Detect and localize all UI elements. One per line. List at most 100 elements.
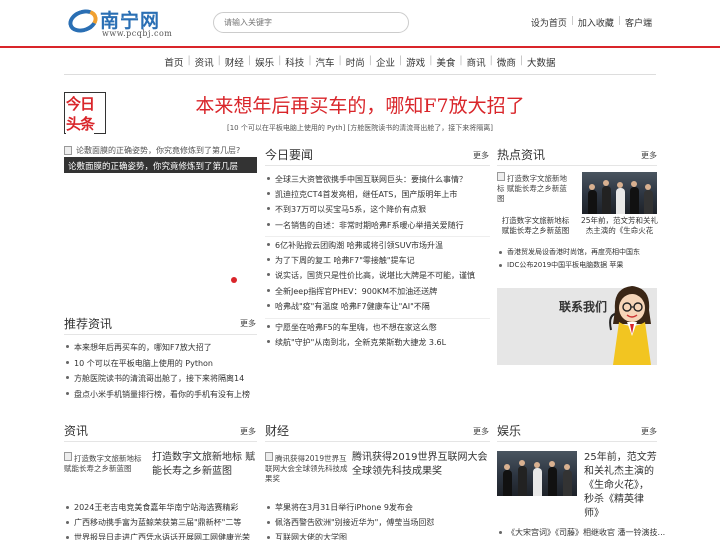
nav-item-games[interactable]: 游戏	[406, 55, 425, 69]
divider: |	[429, 55, 433, 66]
group-divider	[265, 318, 490, 319]
list-item[interactable]: 2024王老吉电竞美食嘉年华南宁站海选赛精彩	[64, 501, 250, 516]
set-homepage-link[interactable]: 设为首页	[531, 16, 567, 29]
list-item[interactable]: 全球三大资管欲携手中国互联网巨头：要搞什么事情？	[265, 172, 467, 187]
recommend-list: 本来想年后再买车的，哪知F7放大招了 10 个可以在平板电脑上使用的 Pytho…	[64, 340, 250, 402]
hot-thumb-2-photo[interactable]	[582, 172, 657, 214]
section-underline	[64, 441, 257, 442]
nav-item-bigdata[interactable]: 大数据	[527, 55, 556, 69]
list-item[interactable]: 哈弗战"疫"有温度 哈弗F7健康车让"AI"不隔	[265, 299, 475, 314]
photo-figure-head	[589, 184, 595, 190]
divider: |	[617, 16, 621, 26]
today-news-title: 今日要闻	[265, 148, 314, 162]
top-links: 设为首页 | 加入收藏 | 客户端	[531, 16, 652, 29]
photo-figure	[630, 187, 639, 214]
caijing-more-link[interactable]: 更多	[473, 426, 489, 437]
today-more-link[interactable]: 更多	[473, 150, 489, 161]
slider-image[interactable]: 论敷面膜的正确姿势，你究竟修炼到了第几层?	[64, 143, 257, 157]
nav-item-food[interactable]: 美食	[436, 55, 455, 69]
broken-image-icon	[497, 172, 505, 181]
logo-mark-icon	[65, 5, 101, 37]
list-item[interactable]: 《大宋宫词》《司藤》相继收官 潘一铃演技...	[497, 526, 665, 540]
caijing-thumb[interactable]: 腾讯获得2019世界互联网大会全球领先科技成果奖	[265, 452, 349, 484]
list-item[interactable]: 佩洛西警告欧洲"别接近华为"，傅莹当场回怼	[265, 516, 434, 531]
photo-figure	[616, 188, 625, 214]
list-item[interactable]: 6亿补贴掀云团购潮 哈弗或将引领SUV市场升温	[265, 238, 475, 253]
list-item[interactable]: 宁愿坐在哈弗F5的车里嗨，也不想在家这么憋	[265, 320, 446, 335]
divider: |	[308, 55, 312, 66]
list-item[interactable]: 方舱医院读书的清流哥出舱了，接下来将隔离14	[64, 371, 250, 387]
list-item[interactable]: 盘点小米手机销量排行榜，看你的手机有没有上榜	[64, 387, 250, 403]
divider: |	[278, 55, 282, 66]
broken-image-icon	[265, 452, 273, 461]
contact-us-label: 联系我们	[559, 300, 608, 314]
yule-feature-title[interactable]: 25年前，范文芳和关礼杰主演的《生命火花》，秒杀《精英律师》	[584, 451, 657, 521]
list-item[interactable]: 广西移动携手富为蓝鲸荣获第三届"鼎新杯"二等	[64, 516, 250, 531]
broken-image-icon	[64, 452, 72, 461]
headline-sublinks[interactable]: [10 个可以在平板电脑上使用的 Pyth] [方舱医院读书的清流哥出舱了，接下…	[0, 123, 720, 133]
hot-thumb-1-caption[interactable]: 打造数字文旅新地标 赋能长寿之乡新蓝图	[497, 216, 574, 236]
yule-feature-photo[interactable]	[497, 451, 577, 496]
photo-figure	[533, 468, 542, 496]
caijing-list: 苹果将在3月31日举行iPhone 9发布会 佩洛西警告欧洲"别接近华为"，傅莹…	[265, 501, 434, 540]
today-news-list-3: 宁愿坐在哈弗F5的车里嗨，也不想在家这么憋 续航"守护"从南到北，全新克莱斯勒大…	[265, 320, 446, 350]
nav-item-entertainment[interactable]: 娱乐	[255, 55, 274, 69]
zixun-more-link[interactable]: 更多	[240, 426, 256, 437]
list-item[interactable]: 续航"守护"从南到北，全新克莱斯勒大捷龙 3.6L	[265, 335, 446, 350]
hot-thumb-2-caption[interactable]: 25年前，范文芳和关礼杰主演的《生命火花	[580, 216, 659, 236]
nav-item-business[interactable]: 商讯	[467, 55, 486, 69]
hot-news-title: 热点资讯	[497, 148, 546, 162]
client-link[interactable]: 客户端	[625, 16, 652, 29]
nav-item-tech[interactable]: 科技	[285, 55, 304, 69]
slider-dot[interactable]	[231, 277, 237, 283]
zixun-feature-title[interactable]: 打造数字文旅新地标 赋能长寿之乡新蓝图	[152, 451, 257, 479]
nav-item-wechat-business[interactable]: 微商	[497, 55, 516, 69]
nav-item-home[interactable]: 首页	[164, 55, 183, 69]
list-item[interactable]: 香港贸发局设香港时尚馆，再度亮相中国东	[497, 246, 640, 259]
hot-news-list: 香港贸发局设香港时尚馆，再度亮相中国东 IDC公布2019中国平板电脑数据 苹果	[497, 246, 640, 272]
list-item[interactable]: 本来想年后再买车的，哪知F7放大招了	[64, 340, 250, 356]
nav-item-news[interactable]: 资讯	[195, 55, 214, 69]
list-item[interactable]: 苹果将在3月31日举行iPhone 9发布会	[265, 501, 434, 516]
list-item[interactable]: 10 个可以在平板电脑上使用的 Python	[64, 356, 250, 372]
nav-item-finance[interactable]: 财经	[225, 55, 244, 69]
header-red-line	[0, 46, 720, 48]
photo-figure	[563, 470, 572, 496]
broken-image-icon	[64, 145, 72, 155]
list-item[interactable]: IDC公布2019中国平板电脑数据 苹果	[497, 259, 640, 272]
focus-slider[interactable]: 论敷面膜的正确姿势，你究竟修炼到了第几层? 论敷面膜的正确姿势，你究竟修炼到了第…	[64, 143, 257, 283]
yule-more-link[interactable]: 更多	[641, 426, 657, 437]
slider-caption[interactable]: 论敷面膜的正确姿势，你究竟修炼到了第几层	[64, 157, 257, 173]
zixun-title: 资讯	[64, 424, 89, 438]
zixun-thumb[interactable]: 打造数字文旅新地标 赋能长寿之乡新蓝图	[64, 452, 142, 474]
zixun-thumb-alt: 打造数字文旅新地标 赋能长寿之乡新蓝图	[64, 454, 142, 473]
nav-item-auto[interactable]: 汽车	[316, 55, 335, 69]
nav-item-fashion[interactable]: 时尚	[346, 55, 365, 69]
site-logo[interactable]: 南宁网 www.pcqbj.com	[65, 5, 188, 40]
list-item[interactable]: 一名销售的自述：非常时期哈弗F系暖心举措关爱随行	[265, 218, 467, 233]
recommend-more-link[interactable]: 更多	[240, 318, 256, 329]
divider: |	[338, 55, 342, 66]
headline-title[interactable]: 本来想年后再买车的，哪知F7放大招了	[0, 91, 720, 118]
logo-url: www.pcqbj.com	[102, 29, 173, 38]
hot-more-link[interactable]: 更多	[641, 150, 657, 161]
divider: |	[217, 55, 221, 66]
photo-figure	[548, 467, 557, 496]
list-item[interactable]: 凯迪拉克CT4首发亮相，继任ATS，国产版明年上市	[265, 187, 467, 202]
photo-figure-head	[549, 461, 555, 467]
nav-item-enterprise[interactable]: 企业	[376, 55, 395, 69]
list-item[interactable]: 不到37万可以买宝马5系，这个降价有点狠	[265, 202, 467, 217]
list-item[interactable]: 世界报导日走进广西凭水语话开展网工网健康光荣	[64, 531, 250, 540]
list-item[interactable]: 全新Jeep指挥官PHEV：900KM不加油还送牌	[265, 284, 475, 299]
list-item[interactable]: 说实话，国货只是性价比高，说堪比大牌是不可能，谨慎	[265, 268, 475, 283]
contact-us-banner[interactable]: 联系我们	[497, 286, 657, 365]
hot-thumb-1[interactable]: 打造数字文旅新地标 赋能长寿之乡新蓝图	[497, 172, 572, 204]
photo-figure-head	[631, 181, 637, 187]
add-favorite-link[interactable]: 加入收藏	[578, 16, 614, 29]
divider: |	[519, 55, 524, 66]
search-input[interactable]	[213, 12, 409, 33]
caijing-feature-title[interactable]: 腾讯获得2019世界互联网大会全球领先科技成果奖	[352, 451, 490, 479]
list-item[interactable]: 为了下周的复工 哈弗F7"零接触"提车记	[265, 253, 475, 268]
caijing-thumb-alt: 腾讯获得2019世界互联网大会全球领先科技成果奖	[265, 454, 348, 483]
list-item[interactable]: 互联网大佬的大学图	[265, 531, 434, 540]
